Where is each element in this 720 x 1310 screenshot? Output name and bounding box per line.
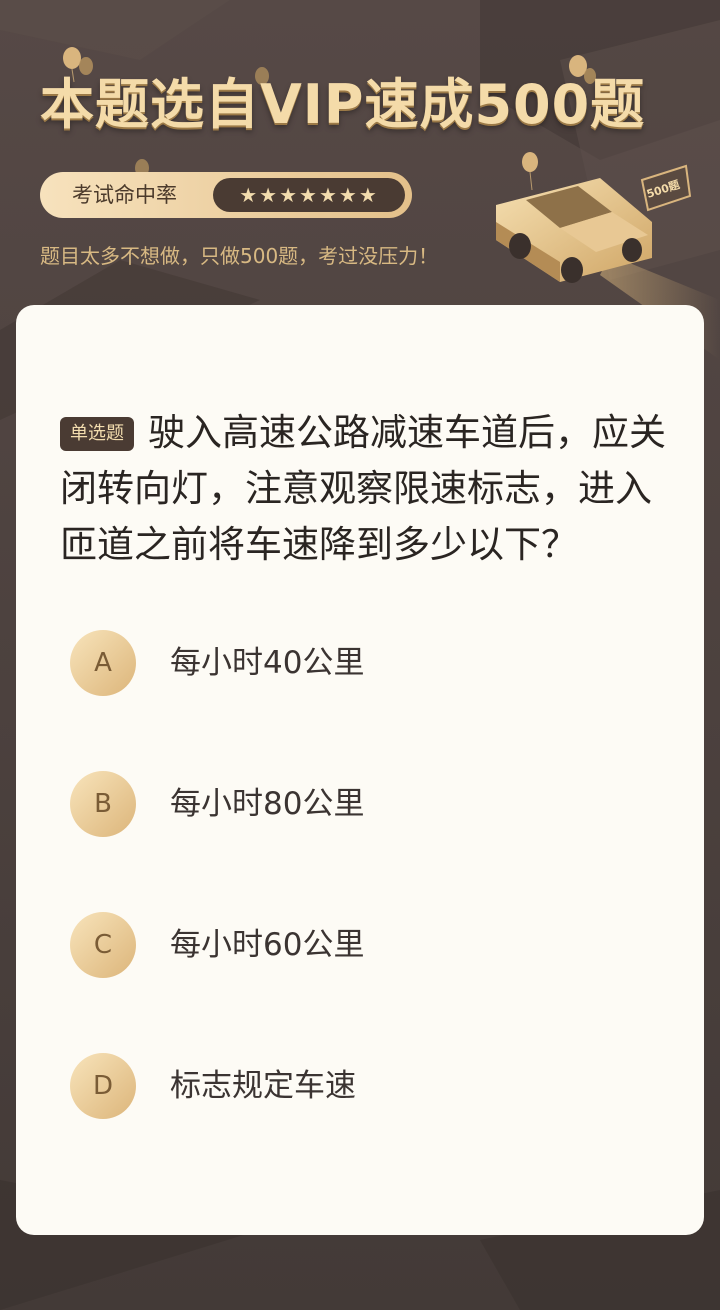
hit-rate-label: 考试命中率	[72, 183, 177, 207]
promo-title: 本题选自VIP速成500题	[40, 73, 646, 136]
option-letter-circle: C	[70, 912, 136, 978]
question-card: 单选题 驶入高速公路减速车道后，应关闭转向灯，注意观察限速标志，进入匝道之前将车速…	[16, 305, 704, 1235]
promo-subtitle: 题目太多不想做，只做500题，考过没压力！	[40, 244, 439, 268]
option-letter-circle: B	[70, 771, 136, 837]
hit-rate-bar: 考试命中率 ★★★★★★★	[40, 172, 412, 218]
option-text: 标志规定车速	[170, 1068, 356, 1104]
option-letter-circle: A	[70, 630, 136, 696]
option-text: 每小时60公里	[170, 927, 365, 963]
question-text: 驶入高速公路减速车道后，应关闭转向灯，注意观察限速标志，进入匝道之前将车速降到多…	[60, 411, 666, 566]
option-text: 每小时80公里	[170, 786, 365, 822]
option-letter-circle: D	[70, 1053, 136, 1119]
question-type-badge: 单选题	[60, 417, 134, 451]
option-text: 每小时40公里	[170, 645, 365, 681]
question-text-block: 单选题 驶入高速公路减速车道后，应关闭转向灯，注意观察限速标志，进入匝道之前将车速…	[60, 405, 670, 573]
star-rating: ★★★★★★★	[213, 178, 405, 212]
